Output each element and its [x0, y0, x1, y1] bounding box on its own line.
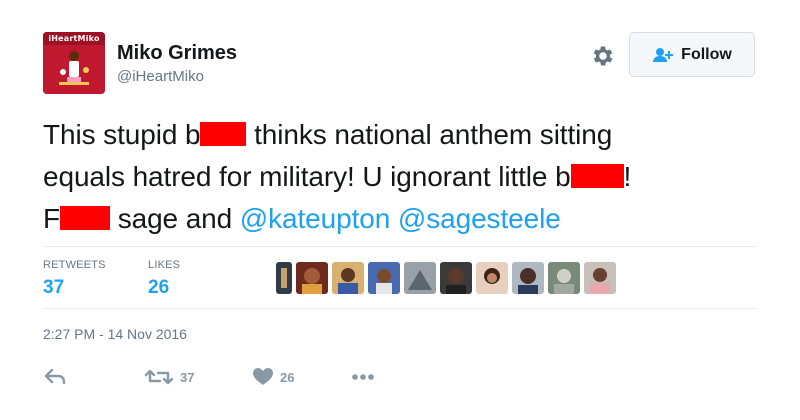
tweet-text-segment: thinks national anthem sitting [246, 119, 613, 150]
redaction-bar [60, 206, 111, 230]
divider [43, 246, 757, 247]
liker-avatar[interactable] [512, 262, 544, 294]
mention-link[interactable]: @sagesteele [398, 203, 561, 234]
tweet-line-1: This stupid b thinks national anthem sit… [43, 114, 763, 156]
tweet-text: This stupid b thinks national anthem sit… [43, 114, 763, 240]
redaction-bar [200, 122, 247, 146]
reply-button[interactable] [44, 364, 66, 390]
more-dots-icon [352, 374, 374, 380]
tweet-line-3: F sage and @kateupton @sagesteele [43, 198, 763, 240]
liker-avatar[interactable] [548, 262, 580, 294]
reply-icon [44, 368, 66, 385]
more-button[interactable] [351, 364, 375, 390]
liker-avatar[interactable] [584, 262, 616, 294]
follow-button[interactable]: Follow [629, 32, 755, 77]
liker-avatar[interactable] [476, 262, 508, 294]
tweet-text-segment: equals hatred for military! U ignorant l… [43, 161, 571, 192]
retweet-icon [144, 369, 174, 385]
liker-avatar[interactable] [404, 262, 436, 294]
retweet-count: 37 [180, 369, 195, 385]
timestamp[interactable]: 2:27 PM - 14 Nov 2016 [43, 326, 187, 342]
tweet-text-segment: sage and [110, 203, 240, 234]
avatar-text: iHeartMiko [48, 34, 100, 43]
tweet-line-2: equals hatred for military! U ignorant l… [43, 156, 763, 198]
liker-avatar[interactable] [332, 262, 364, 294]
liker-avatar[interactable] [440, 262, 472, 294]
likes-label[interactable]: LIKES [148, 259, 180, 271]
retweet-button[interactable]: 37 [144, 364, 194, 390]
retweets-label[interactable]: RETWEETS [43, 259, 106, 271]
gear-icon[interactable] [590, 43, 616, 69]
tweet-text-segment: This stupid b [43, 119, 201, 150]
tweet-text-segment: ! [623, 161, 632, 192]
redaction-bar [570, 164, 624, 188]
like-count: 26 [280, 369, 295, 385]
divider [43, 308, 757, 309]
liker-avatar[interactable] [276, 262, 292, 294]
user-handle[interactable]: @iHeartMiko [117, 68, 204, 85]
likes-count[interactable]: 26 [148, 277, 169, 299]
display-name[interactable]: Miko Grimes [117, 42, 237, 65]
follow-button-label: Follow [681, 45, 732, 63]
tweet-card: iHeartMiko Miko Grimes @iHeartMiko Follo… [0, 0, 800, 420]
add-user-icon [653, 47, 674, 62]
avatar[interactable]: iHeartMiko [43, 32, 105, 94]
heart-icon [253, 368, 273, 385]
retweets-count[interactable]: 37 [43, 277, 64, 299]
like-button[interactable]: 26 [252, 364, 294, 390]
liker-avatars [276, 262, 616, 294]
tweet-text-segment: F [43, 203, 61, 234]
liker-avatar[interactable] [368, 262, 400, 294]
mention-link[interactable]: @kateupton [240, 203, 391, 234]
liker-avatar[interactable] [296, 262, 328, 294]
